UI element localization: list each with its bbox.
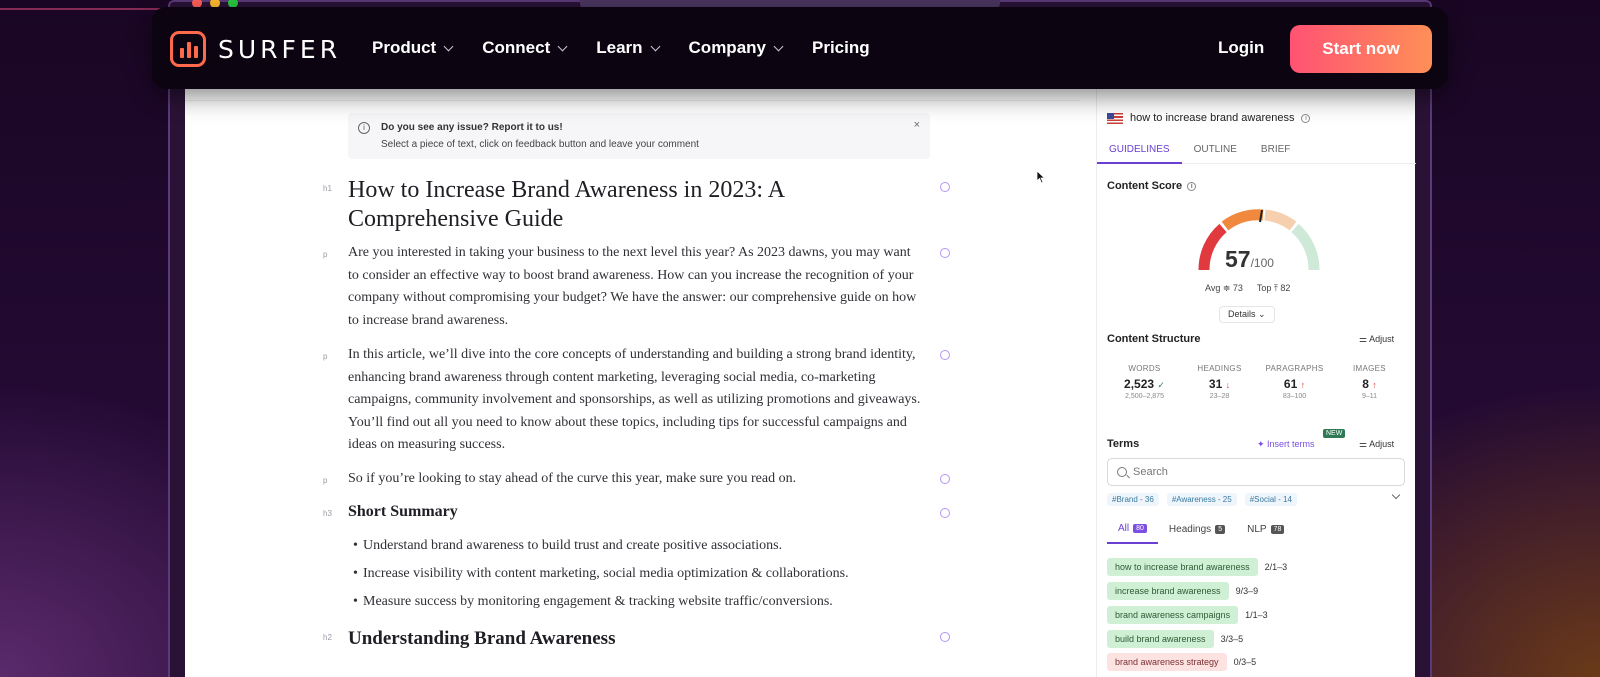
topic-chip[interactable]: #Awareness - 25 xyxy=(1166,493,1237,506)
guidelines-sidebar: how to increase brand awareness i GUIDEL… xyxy=(1096,88,1416,677)
comment-icon[interactable] xyxy=(940,632,950,642)
editor-top-divider xyxy=(185,100,1080,101)
term-item[interactable]: brand awareness strategy 0/3–5 xyxy=(1107,653,1256,671)
sparkle-icon: ✦ xyxy=(1257,439,1268,449)
notice-title: Do you see any issue? Report it to us! xyxy=(381,122,563,133)
adjust-terms-button[interactable]: ⚌ Adjust xyxy=(1359,439,1394,450)
h3-tag: h3 xyxy=(323,509,332,518)
paragraph[interactable]: In this article, we’ll dive into the cor… xyxy=(348,344,923,457)
start-now-button[interactable]: Start now xyxy=(1290,25,1432,73)
chevron-down-icon[interactable] xyxy=(1391,490,1401,500)
term-item[interactable]: increase brand awareness 9/3–9 xyxy=(1107,582,1258,600)
metric-images: IMAGES 8 ↑ 9–11 xyxy=(1353,364,1386,400)
structure-metrics: WORDS 2,523 ✓ 2,500–2,875 HEADINGS 31 ↓ 23–2… xyxy=(1107,364,1407,400)
feedback-notice: i Do you see any issue? Report it to us!… xyxy=(348,113,930,159)
menu-connect[interactable]: Connect xyxy=(482,38,568,58)
chevron-down-icon xyxy=(773,41,784,51)
comment-icon[interactable] xyxy=(940,474,950,484)
avg-score: Avg ≑ 73 xyxy=(1205,283,1243,293)
search-placeholder: Search xyxy=(1133,466,1168,478)
decorative-swoosh xyxy=(0,8,170,18)
top-score: Top ⤒ 82 xyxy=(1256,283,1291,293)
tab-brief[interactable]: BRIEF xyxy=(1249,138,1302,164)
section-heading[interactable]: Understanding Brand Awareness xyxy=(348,628,615,650)
term-item[interactable]: how to increase brand awareness 2/1–3 xyxy=(1107,558,1287,576)
content-score-label: Content Score i xyxy=(1107,180,1197,192)
gauge-orange-segment xyxy=(1221,209,1264,231)
sidebar-tabs: GUIDELINES OUTLINE BRIEF xyxy=(1097,138,1416,164)
logo-text: SURFER xyxy=(218,34,342,64)
summary-heading[interactable]: Short Summary xyxy=(348,503,458,521)
details-button[interactable]: Details ⌄ xyxy=(1219,306,1275,323)
bullet-item[interactable]: Understand brand awareness to build trus… xyxy=(353,538,782,554)
info-icon: i xyxy=(358,122,370,134)
content-score-value: 57/100 xyxy=(1225,246,1274,272)
site-navbar: SURFER Product Connect Learn Company Pri… xyxy=(152,7,1448,89)
p-tag: p xyxy=(323,352,328,361)
term-item[interactable]: brand awareness campaigns 1/1–3 xyxy=(1107,606,1268,624)
keyword-text: how to increase brand awareness xyxy=(1130,112,1295,124)
paragraph[interactable]: So if you’re looking to stay ahead of th… xyxy=(348,468,923,491)
menu-product[interactable]: Product xyxy=(372,38,454,58)
topic-chip[interactable]: #Social - 14 xyxy=(1244,493,1297,506)
metric-words: WORDS 2,523 ✓ 2,500–2,875 xyxy=(1124,364,1165,400)
chevron-down-icon xyxy=(557,41,568,51)
surfer-logo-icon xyxy=(170,31,206,67)
filter-tab-headings[interactable]: Headings 5 xyxy=(1158,523,1236,544)
content-structure-title: Content Structure xyxy=(1107,333,1201,345)
tab-guidelines[interactable]: GUIDELINES xyxy=(1097,138,1182,164)
term-filter-tabs: All 80 Headings 5 NLP 78 xyxy=(1107,523,1295,544)
chevron-down-icon xyxy=(650,41,660,51)
metric-paragraphs: PARAGRAPHS 61 ↑ 83–100 xyxy=(1265,364,1324,400)
p-tag: p xyxy=(323,476,328,485)
info-icon[interactable]: i xyxy=(1301,113,1311,123)
gauge-red-segment xyxy=(1198,223,1227,271)
target-keyword: how to increase brand awareness i xyxy=(1107,112,1311,124)
notice-body: Select a piece of text, click on feedbac… xyxy=(381,139,699,150)
comment-icon[interactable] xyxy=(940,182,950,192)
term-item[interactable]: build brand awareness 3/3–5 xyxy=(1107,630,1243,648)
insert-terms-button[interactable]: ✦ Insert terms xyxy=(1257,439,1315,450)
comment-icon[interactable] xyxy=(940,508,950,518)
gauge-light-segment xyxy=(1264,209,1297,231)
filter-tab-nlp[interactable]: NLP 78 xyxy=(1236,523,1295,544)
topic-chip[interactable]: #Brand - 36 xyxy=(1107,493,1159,506)
filter-tab-all[interactable]: All 80 xyxy=(1107,523,1158,544)
comment-icon[interactable] xyxy=(940,248,950,258)
gauge-green-segment xyxy=(1291,223,1320,271)
search-icon xyxy=(1117,467,1127,477)
login-link[interactable]: Login xyxy=(1218,38,1264,58)
terms-search-input[interactable]: Search xyxy=(1107,458,1405,486)
paragraph[interactable]: Are you interested in taking your busine… xyxy=(348,242,923,332)
chevron-down-icon xyxy=(443,41,454,51)
bullet-item[interactable]: Measure success by monitoring engagement… xyxy=(353,594,833,610)
h1-tag: h1 xyxy=(323,184,332,193)
menu-learn[interactable]: Learn xyxy=(596,38,660,58)
content-score-text: Content Score xyxy=(1107,180,1183,192)
adjust-structure-button[interactable]: ⚌ Adjust xyxy=(1359,334,1394,345)
h2-tag: h2 xyxy=(323,633,332,642)
content-editor[interactable]: i Do you see any issue? Report it to us!… xyxy=(185,88,1080,677)
us-flag-icon xyxy=(1107,112,1123,124)
p-tag: p xyxy=(323,250,328,259)
metric-headings: HEADINGS 31 ↓ 23–28 xyxy=(1197,364,1242,400)
terms-title: Terms xyxy=(1107,438,1140,450)
close-notice-icon[interactable]: × xyxy=(914,119,920,131)
bullet-item[interactable]: Increase visibility with content marketi… xyxy=(353,566,849,582)
tab-outline[interactable]: OUTLINE xyxy=(1182,138,1249,164)
new-badge: NEW xyxy=(1323,429,1346,438)
mouse-cursor-icon xyxy=(1036,170,1046,184)
sliders-icon: ⚌ xyxy=(1359,334,1370,344)
sliders-icon: ⚌ xyxy=(1359,439,1370,449)
article-title[interactable]: How to Increase Brand Awareness in 2023:… xyxy=(348,176,888,234)
menu-pricing[interactable]: Pricing xyxy=(812,38,870,58)
main-menu: Product Connect Learn Company Pricing xyxy=(372,38,870,58)
surfer-logo[interactable]: SURFER xyxy=(170,31,341,67)
info-icon[interactable]: i xyxy=(1187,181,1197,191)
comment-icon[interactable] xyxy=(940,350,950,360)
menu-company[interactable]: Company xyxy=(689,38,784,58)
topic-chips: #Brand - 36 #Awareness - 25 #Social - 14 xyxy=(1107,493,1297,506)
score-benchmarks: Avg ≑ 73 Top ⤒ 82 xyxy=(1205,283,1290,294)
